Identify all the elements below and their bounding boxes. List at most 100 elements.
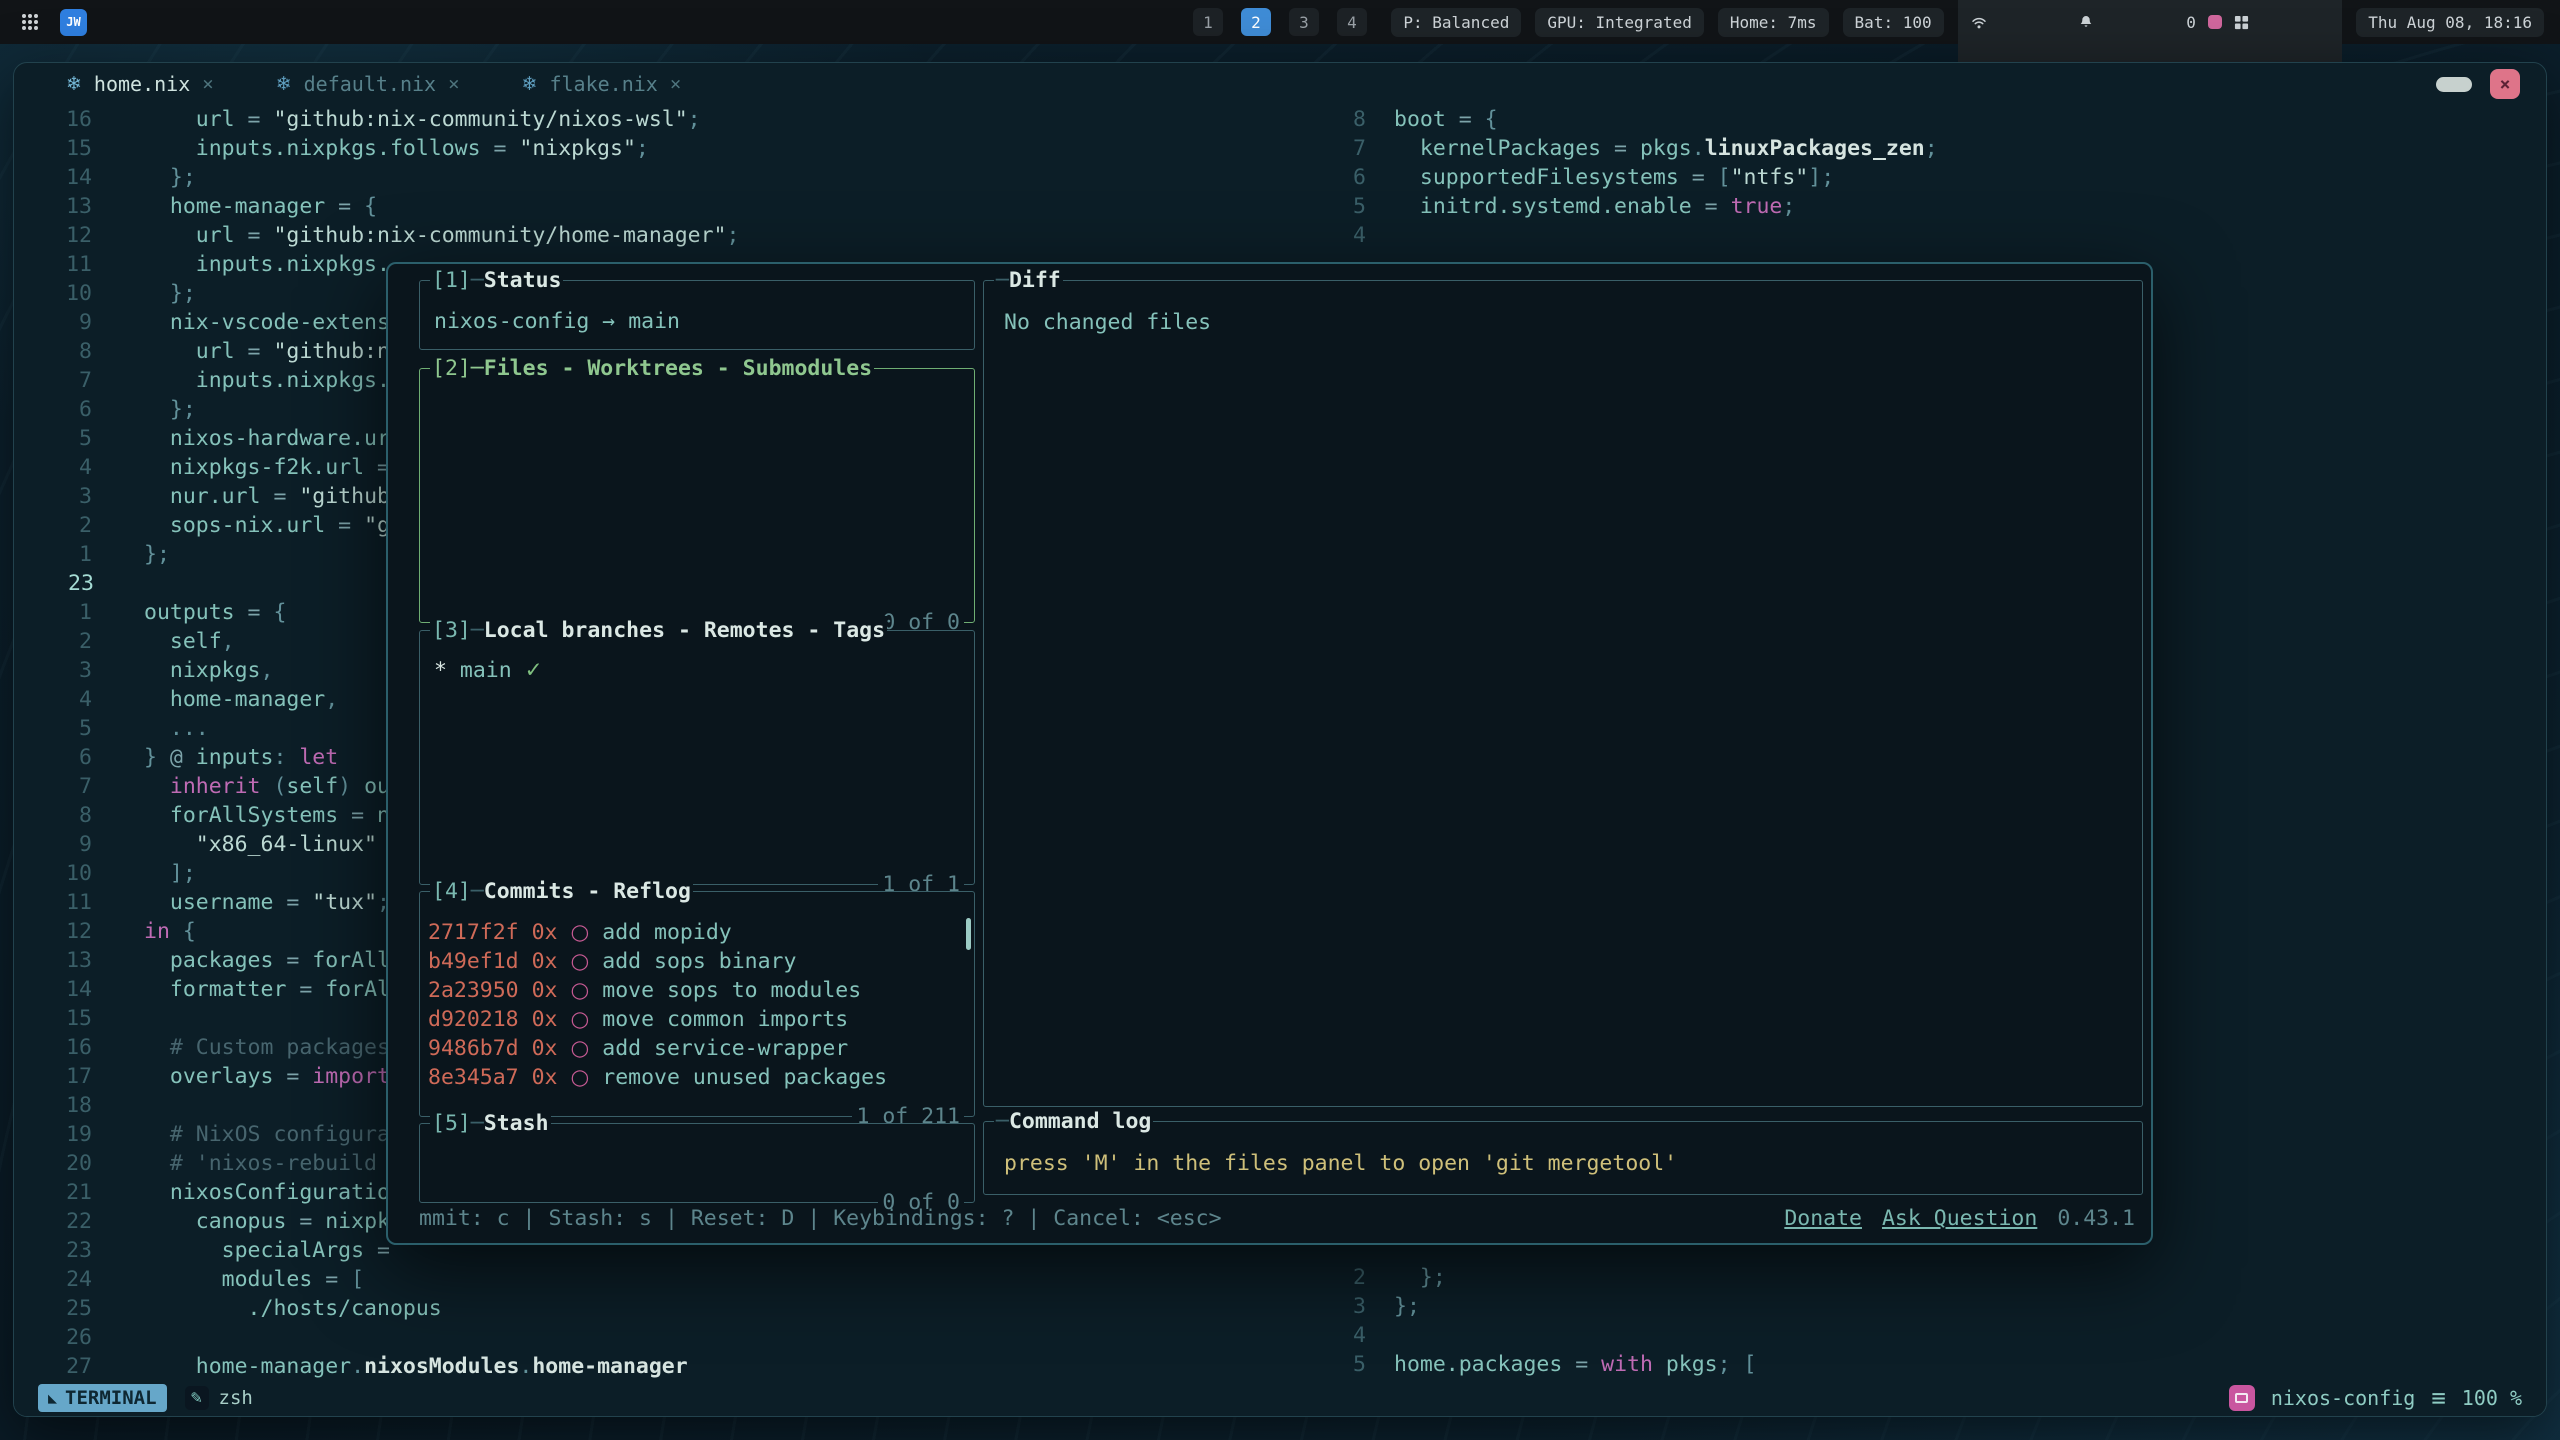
window-controls: × [2436, 69, 2520, 99]
system-stat[interactable]: GPU: Integrated [1535, 8, 1704, 37]
code-line: 26 [34, 1323, 739, 1352]
window-close-button[interactable]: × [2490, 69, 2520, 99]
recorder-tray-icon[interactable] [2208, 15, 2222, 29]
commit-row[interactable]: b49ef1d0x○add sops binary [428, 947, 966, 976]
line-number: 11 [34, 250, 92, 279]
lazygit-stash-panel[interactable]: [5]─Stash 0 of 0 [419, 1123, 975, 1203]
lazygit-commits-panel[interactable]: [4]─Commits - Reflog 2717f2f0x○add mopid… [419, 891, 975, 1117]
line-number: 7 [34, 366, 92, 395]
line-number: 3 [34, 656, 92, 685]
line-number: 8 [34, 337, 92, 366]
shell-indicator[interactable]: ✎ zsh [185, 1386, 253, 1410]
commit-hash: d920218 [428, 1007, 519, 1032]
line-number: 15 [34, 1004, 92, 1033]
nix-file-icon: ❄ [522, 73, 538, 95]
check-icon: ✓ [525, 658, 543, 683]
bell-icon[interactable] [2078, 0, 2174, 68]
editor-pane-right-top[interactable]: 8boot = {7 kernelPackages = pkgs.linuxPa… [1314, 105, 1938, 250]
workspace-button[interactable]: 3 [1289, 8, 1319, 36]
panel-number: [2] [432, 354, 471, 383]
workspace-button[interactable]: 2 [1241, 8, 1271, 36]
mode-badge[interactable]: ◣ TERMINAL [38, 1384, 167, 1412]
wifi-icon[interactable] [1970, 0, 2066, 69]
notification-count: 0 [2186, 13, 2196, 32]
terminal-window: ❄home.nix×❄default.nix×❄flake.nix× × 16 … [13, 62, 2547, 1417]
system-top-bar: JW 1234 P: Balanced GPU: Integrated Home: … [0, 0, 2560, 44]
commit-author: 0x [532, 920, 558, 945]
line-number: 2 [34, 627, 92, 656]
line-number: 13 [34, 946, 92, 975]
line-number: 6 [34, 395, 92, 424]
lazygit-status-panel[interactable]: [1]─Status nixos-config → main [419, 280, 975, 350]
clock[interactable]: Thu Aug 08, 18:16 [2356, 8, 2544, 37]
tab-label: default.nix [304, 72, 436, 96]
commits-scrollbar[interactable] [966, 918, 971, 950]
line-number: 25 [34, 1294, 92, 1323]
workspace-button[interactable]: 1 [1193, 8, 1223, 36]
command-log-content: press 'M' in the files panel to open 'gi… [984, 1122, 2142, 1194]
code-line: 5home.packages = with pkgs; [ [1314, 1350, 1756, 1379]
line-number: 7 [34, 772, 92, 801]
line-number: 4 [34, 685, 92, 714]
commit-graph-icon: ○ [571, 949, 590, 974]
system-stat[interactable]: P: Balanced [1391, 8, 1521, 37]
tab-close-icon[interactable]: × [202, 73, 213, 95]
workspace-button[interactable]: 4 [1337, 8, 1367, 36]
line-number: 16 [34, 1033, 92, 1062]
commit-row[interactable]: 2a239500x○move sops to modules [428, 976, 966, 1005]
commit-message: add sops binary [602, 949, 796, 974]
commit-row[interactable]: d9202180x○move common imports [428, 1005, 966, 1034]
editor-tab[interactable]: ❄home.nix× [66, 72, 214, 96]
commit-row[interactable]: 9486b7d0x○add service-wrapper [428, 1034, 966, 1063]
lazygit-diff-panel[interactable]: ─Diff No changed files [983, 280, 2143, 1107]
lazygit-files-panel[interactable]: [2]─Files - Worktrees - Submodules 0 of … [419, 368, 975, 623]
commit-message: add mopidy [602, 920, 731, 945]
editor-tab[interactable]: ❄flake.nix× [522, 72, 682, 96]
code-line: 27 home-manager.nixosModules.home-manage… [34, 1352, 739, 1381]
topbar-left: JW [16, 8, 87, 36]
line-number: 27 [34, 1352, 92, 1381]
list-icon[interactable]: ≡ [2431, 1384, 2445, 1412]
commit-row[interactable]: 8e345a70x○remove unused packages [428, 1063, 966, 1092]
line-number: 12 [34, 221, 92, 250]
code-line: 5 initrd.systemd.enable = true; [1314, 192, 1938, 221]
line-number: 19 [34, 1120, 92, 1149]
shell-icon: ✎ [185, 1386, 209, 1410]
editor-pane-right-bottom[interactable]: 2 };3};45home.packages = with pkgs; [ [1314, 1263, 1756, 1379]
keyboard-layout-badge[interactable]: JW [60, 9, 87, 36]
lazygit-commits-body: 2717f2f0x○add mopidyb49ef1d0x○add sops b… [420, 892, 974, 1116]
line-number: 16 [34, 105, 92, 134]
commit-author: 0x [532, 1007, 558, 1032]
commit-author: 0x [532, 978, 558, 1003]
code-line: 3}; [1314, 1292, 1756, 1321]
commit-row[interactable]: 2717f2f0x○add mopidy [428, 918, 966, 947]
code-line: 13 home-manager = { [34, 192, 739, 221]
tab-close-icon[interactable]: × [448, 73, 459, 95]
line-number: 2 [1314, 1263, 1366, 1292]
code-line: 14 }; [34, 163, 739, 192]
line-number: 6 [1314, 163, 1366, 192]
apps-grid-icon[interactable] [16, 8, 44, 36]
donate-link[interactable]: Donate [1784, 1204, 1862, 1233]
line-number: 5 [1314, 192, 1366, 221]
lazygit-branches-panel[interactable]: [3]─Local branches - Remotes - Tags * ma… [419, 630, 975, 885]
system-stat[interactable]: Home: 7ms [1718, 8, 1829, 37]
pin-toggle[interactable] [2436, 77, 2472, 92]
lazygit-command-log-panel[interactable]: ─Command log press 'M' in the files pane… [983, 1121, 2143, 1195]
code-line: 16 url = "github:nix-community/nixos-wsl… [34, 105, 739, 134]
tab-bar: ❄home.nix×❄default.nix×❄flake.nix× × [14, 63, 2546, 105]
tab-close-icon[interactable]: × [670, 73, 681, 95]
editor-tab[interactable]: ❄default.nix× [276, 72, 460, 96]
branch-list-item[interactable]: * main ✓ [420, 631, 974, 884]
code-line: 12 url = "github:nix-community/home-mana… [34, 221, 739, 250]
tab-label: home.nix [94, 72, 190, 96]
desktop-wallpaper: JW 1234 P: BalancedGPU: IntegratedHome: … [0, 0, 2560, 1440]
line-number: 23 [34, 1236, 92, 1265]
system-stat[interactable]: Bat: 100 [1843, 8, 1944, 37]
code-line: 24 modules = [ [34, 1265, 739, 1294]
line-number: 4 [1314, 221, 1366, 250]
keybinding-hints: mmit: c | Stash: s | Reset: D | Keybindi… [419, 1204, 1222, 1233]
grid-tray-icon[interactable] [2234, 0, 2330, 68]
line-number: 7 [1314, 134, 1366, 163]
ask-question-link[interactable]: Ask Question [1882, 1204, 2037, 1233]
